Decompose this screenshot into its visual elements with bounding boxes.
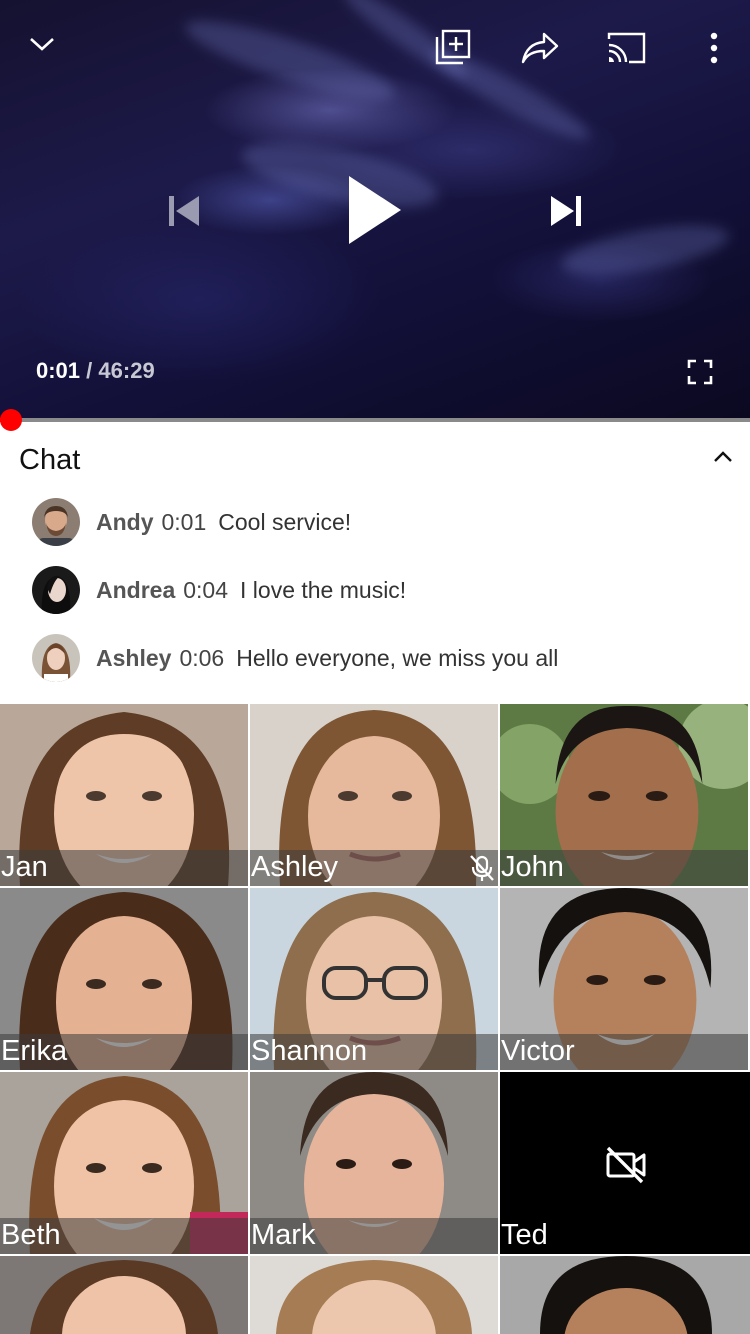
participant-tile-ted[interactable]: Ted [500,1072,750,1254]
chat-message: Andy 0:01 Cool service! [0,488,750,556]
avatar [32,498,80,546]
participant-tile-jan[interactable]: Jan [0,704,248,886]
participant-name: John [501,851,564,883]
duration: 46:29 [98,358,155,383]
participant-video [0,1256,248,1334]
participant-tile-partial[interactable] [500,1256,750,1334]
participant-tile-ashley[interactable]: Ashley [250,704,498,886]
participant-name: Mark [251,1219,316,1251]
participant-tile-erika[interactable]: Erika [0,888,248,1070]
participant-name: Victor [501,1035,575,1067]
participant-tile-john[interactable]: John [500,704,748,886]
cast-icon[interactable] [604,28,648,68]
participant-name: Shannon [251,1035,368,1067]
chat-title: Chat [19,444,81,476]
current-time: 0:01 [36,358,81,383]
participant-name: Jan [1,851,48,883]
chat-author: Andrea [96,576,176,603]
chat-timestamp: 0:04 [183,576,229,603]
chat-message: Andrea 0:04 I love the music! [0,556,750,624]
participant-name: Ted [501,1219,548,1251]
skip-next-icon[interactable] [544,190,590,232]
progress-bar[interactable] [0,418,750,422]
chat-message-text: Hello everyone, we miss you all [236,644,559,671]
participant-tile-beth[interactable]: Beth [0,1072,248,1254]
add-to-playlist-icon[interactable] [432,26,474,68]
video-player[interactable]: 0:01 / 46:29 [0,0,750,420]
share-icon[interactable] [518,28,562,68]
mic-muted-icon [470,855,494,881]
chat-header[interactable]: Chat [0,428,750,488]
fullscreen-icon[interactable] [682,354,718,390]
chat-message-text: I love the music! [240,576,407,603]
chevron-down-icon[interactable] [24,26,60,62]
participant-tile-shannon[interactable]: Shannon [250,888,498,1070]
chat-message-text: Cool service! [218,508,352,535]
chat-author: Andy [96,508,154,535]
more-vert-icon[interactable] [696,28,732,68]
participant-tile-partial[interactable] [0,1256,248,1334]
participant-video [250,1256,498,1334]
chat-timestamp: 0:01 [161,508,207,535]
video-off-icon [606,1146,646,1184]
participant-video [500,1256,750,1334]
time-display: 0:01 / 46:29 [36,358,155,384]
participant-tile-victor[interactable]: Victor [500,888,748,1070]
avatar [32,634,80,682]
chat-timestamp: 0:06 [179,644,225,671]
chat-message: Ashley 0:06 Hello everyone, we miss you al… [0,624,750,692]
participant-tile-mark[interactable]: Mark [250,1072,498,1254]
participant-name: Beth [1,1219,61,1251]
chat-author: Ashley [96,644,172,671]
participant-tile-partial[interactable] [250,1256,498,1334]
avatar [32,566,80,614]
skip-previous-icon[interactable] [160,190,206,232]
chevron-up-icon[interactable] [708,442,738,472]
play-icon[interactable] [340,170,410,250]
time-separator: / [86,358,93,383]
participant-name: Erika [1,1035,68,1067]
participant-name: Ashley [251,851,339,883]
